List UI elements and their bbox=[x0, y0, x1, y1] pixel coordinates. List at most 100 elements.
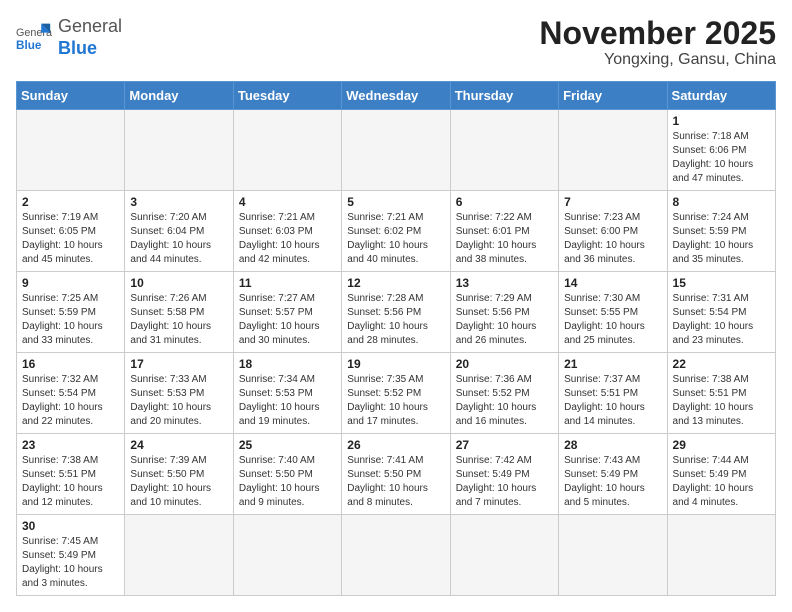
table-row: 3 Sunrise: 7:20 AM Sunset: 6:04 PM Daylig… bbox=[125, 191, 233, 272]
table-row: 23 Sunrise: 7:38 AM Sunset: 5:51 PM Dayli… bbox=[17, 434, 125, 515]
table-row bbox=[450, 515, 558, 596]
table-row bbox=[233, 515, 341, 596]
table-row: 5 Sunrise: 7:21 AM Sunset: 6:02 PM Daylig… bbox=[342, 191, 450, 272]
day-info: Sunrise: 7:30 AM Sunset: 5:55 PM Dayligh… bbox=[564, 292, 661, 348]
table-row: 7 Sunrise: 7:23 AM Sunset: 6:00 PM Daylig… bbox=[559, 191, 667, 272]
day-number: 25 bbox=[239, 438, 336, 452]
day-number: 4 bbox=[239, 195, 336, 209]
day-number: 27 bbox=[456, 438, 553, 452]
table-row bbox=[342, 110, 450, 191]
day-number: 17 bbox=[130, 357, 227, 371]
day-number: 1 bbox=[673, 114, 770, 128]
day-info: Sunrise: 7:24 AM Sunset: 5:59 PM Dayligh… bbox=[673, 211, 770, 267]
day-info: Sunrise: 7:43 AM Sunset: 5:49 PM Dayligh… bbox=[564, 454, 661, 510]
logo-icon: General Blue bbox=[16, 20, 52, 56]
day-number: 30 bbox=[22, 519, 119, 533]
day-number: 19 bbox=[347, 357, 444, 371]
col-tuesday: Tuesday bbox=[233, 82, 341, 110]
table-row: 9 Sunrise: 7:25 AM Sunset: 5:59 PM Daylig… bbox=[17, 272, 125, 353]
day-info: Sunrise: 7:25 AM Sunset: 5:59 PM Dayligh… bbox=[22, 292, 119, 348]
day-number: 10 bbox=[130, 276, 227, 290]
day-number: 7 bbox=[564, 195, 661, 209]
svg-text:Blue: Blue bbox=[16, 38, 42, 51]
calendar-week-row: 23 Sunrise: 7:38 AM Sunset: 5:51 PM Dayli… bbox=[17, 434, 776, 515]
day-number: 15 bbox=[673, 276, 770, 290]
table-row: 4Sunrise: 7:21 AM Sunset: 6:03 PM Daylig… bbox=[233, 191, 341, 272]
day-number: 20 bbox=[456, 357, 553, 371]
table-row bbox=[125, 515, 233, 596]
day-info: Sunrise: 7:35 AM Sunset: 5:52 PM Dayligh… bbox=[347, 373, 444, 429]
table-row: 18Sunrise: 7:34 AM Sunset: 5:53 PM Dayli… bbox=[233, 353, 341, 434]
table-row: 26 Sunrise: 7:41 AM Sunset: 5:50 PM Dayli… bbox=[342, 434, 450, 515]
table-row: 10Sunrise: 7:26 AM Sunset: 5:58 PM Dayli… bbox=[125, 272, 233, 353]
day-number: 12 bbox=[347, 276, 444, 290]
day-number: 11 bbox=[239, 276, 336, 290]
table-row: 27 Sunrise: 7:42 AM Sunset: 5:49 PM Dayli… bbox=[450, 434, 558, 515]
day-number: 26 bbox=[347, 438, 444, 452]
day-number: 23 bbox=[22, 438, 119, 452]
col-wednesday: Wednesday bbox=[342, 82, 450, 110]
month-title: November 2025 bbox=[539, 16, 776, 51]
day-info: Sunrise: 7:22 AM Sunset: 6:01 PM Dayligh… bbox=[456, 211, 553, 267]
table-row: 29Sunrise: 7:44 AM Sunset: 5:49 PM Dayli… bbox=[667, 434, 775, 515]
day-number: 21 bbox=[564, 357, 661, 371]
day-number: 5 bbox=[347, 195, 444, 209]
table-row: 28 Sunrise: 7:43 AM Sunset: 5:49 PM Dayli… bbox=[559, 434, 667, 515]
table-row: 8Sunrise: 7:24 AM Sunset: 5:59 PM Daylig… bbox=[667, 191, 775, 272]
day-info: Sunrise: 7:36 AM Sunset: 5:52 PM Dayligh… bbox=[456, 373, 553, 429]
calendar-table: Sunday Monday Tuesday Wednesday Thursday… bbox=[16, 81, 776, 596]
day-info: Sunrise: 7:38 AM Sunset: 5:51 PM Dayligh… bbox=[22, 454, 119, 510]
table-row: 2Sunrise: 7:19 AM Sunset: 6:05 PM Daylig… bbox=[17, 191, 125, 272]
day-info: Sunrise: 7:45 AM Sunset: 5:49 PM Dayligh… bbox=[22, 535, 119, 591]
day-number: 3 bbox=[130, 195, 227, 209]
calendar-header-row: Sunday Monday Tuesday Wednesday Thursday… bbox=[17, 82, 776, 110]
table-row: 15 Sunrise: 7:31 AM Sunset: 5:54 PM Dayli… bbox=[667, 272, 775, 353]
calendar-week-row: 9 Sunrise: 7:25 AM Sunset: 5:59 PM Daylig… bbox=[17, 272, 776, 353]
table-row bbox=[342, 515, 450, 596]
table-row bbox=[17, 110, 125, 191]
calendar-week-row: 1Sunrise: 7:18 AM Sunset: 6:06 PM Daylig… bbox=[17, 110, 776, 191]
col-friday: Friday bbox=[559, 82, 667, 110]
day-info: Sunrise: 7:34 AM Sunset: 5:53 PM Dayligh… bbox=[239, 373, 336, 429]
table-row bbox=[233, 110, 341, 191]
table-row: 20 Sunrise: 7:36 AM Sunset: 5:52 PM Dayli… bbox=[450, 353, 558, 434]
day-number: 28 bbox=[564, 438, 661, 452]
table-row: 22Sunrise: 7:38 AM Sunset: 5:51 PM Dayli… bbox=[667, 353, 775, 434]
col-thursday: Thursday bbox=[450, 82, 558, 110]
day-info: Sunrise: 7:27 AM Sunset: 5:57 PM Dayligh… bbox=[239, 292, 336, 348]
title-area: November 2025 Yongxing, Gansu, China bbox=[539, 16, 776, 69]
day-info: Sunrise: 7:42 AM Sunset: 5:49 PM Dayligh… bbox=[456, 454, 553, 510]
day-info: Sunrise: 7:20 AM Sunset: 6:04 PM Dayligh… bbox=[130, 211, 227, 267]
day-number: 24 bbox=[130, 438, 227, 452]
table-row bbox=[559, 110, 667, 191]
day-info: Sunrise: 7:38 AM Sunset: 5:51 PM Dayligh… bbox=[673, 373, 770, 429]
day-number: 29 bbox=[673, 438, 770, 452]
col-sunday: Sunday bbox=[17, 82, 125, 110]
day-info: Sunrise: 7:21 AM Sunset: 6:02 PM Dayligh… bbox=[347, 211, 444, 267]
table-row bbox=[667, 515, 775, 596]
table-row: 11 Sunrise: 7:27 AM Sunset: 5:57 PM Dayli… bbox=[233, 272, 341, 353]
day-info: Sunrise: 7:41 AM Sunset: 5:50 PM Dayligh… bbox=[347, 454, 444, 510]
calendar-week-row: 2Sunrise: 7:19 AM Sunset: 6:05 PM Daylig… bbox=[17, 191, 776, 272]
table-row: 19 Sunrise: 7:35 AM Sunset: 5:52 PM Dayli… bbox=[342, 353, 450, 434]
table-row: 16Sunrise: 7:32 AM Sunset: 5:54 PM Dayli… bbox=[17, 353, 125, 434]
page-header: General Blue General Blue November 2025 … bbox=[16, 16, 776, 69]
logo-label: General Blue bbox=[58, 16, 122, 58]
day-info: Sunrise: 7:31 AM Sunset: 5:54 PM Dayligh… bbox=[673, 292, 770, 348]
day-info: Sunrise: 7:29 AM Sunset: 5:56 PM Dayligh… bbox=[456, 292, 553, 348]
table-row bbox=[450, 110, 558, 191]
day-number: 14 bbox=[564, 276, 661, 290]
day-number: 9 bbox=[22, 276, 119, 290]
location-label: Yongxing, Gansu, China bbox=[539, 51, 776, 69]
day-number: 6 bbox=[456, 195, 553, 209]
calendar-week-row: 30 Sunrise: 7:45 AM Sunset: 5:49 PM Dayli… bbox=[17, 515, 776, 596]
day-info: Sunrise: 7:23 AM Sunset: 6:00 PM Dayligh… bbox=[564, 211, 661, 267]
table-row: 24Sunrise: 7:39 AM Sunset: 5:50 PM Dayli… bbox=[125, 434, 233, 515]
table-row: 14 Sunrise: 7:30 AM Sunset: 5:55 PM Dayli… bbox=[559, 272, 667, 353]
day-number: 16 bbox=[22, 357, 119, 371]
table-row: 30 Sunrise: 7:45 AM Sunset: 5:49 PM Dayli… bbox=[17, 515, 125, 596]
table-row: 21Sunrise: 7:37 AM Sunset: 5:51 PM Dayli… bbox=[559, 353, 667, 434]
table-row: 17Sunrise: 7:33 AM Sunset: 5:53 PM Dayli… bbox=[125, 353, 233, 434]
logo: General Blue General Blue bbox=[16, 16, 122, 59]
table-row: 13Sunrise: 7:29 AM Sunset: 5:56 PM Dayli… bbox=[450, 272, 558, 353]
